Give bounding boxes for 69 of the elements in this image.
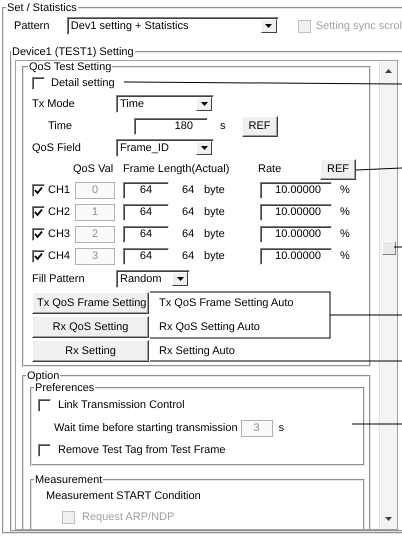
actual-length: 64 (182, 206, 196, 218)
scroll-thumb[interactable] (382, 241, 396, 255)
rate-field[interactable]: 10.00000 (260, 204, 332, 220)
column-header: Frame Length(Actual) (123, 163, 230, 175)
checkbox-label: Remove Test Tag from Test Frame (58, 444, 226, 456)
field-label: QoS Field (32, 142, 82, 154)
scroll-up-icon[interactable] (385, 69, 392, 73)
channel-label: CH3 (48, 228, 72, 240)
actual-length: 64 (182, 228, 196, 240)
ref-button[interactable]: REF (242, 116, 278, 136)
unit-label: % (340, 206, 350, 218)
frame-length-field[interactable]: 64 (123, 248, 169, 264)
status-text: Rx QoS Setting Auto (159, 321, 260, 333)
scroll-down-icon[interactable] (385, 517, 392, 521)
checkbox-label: Detail setting (51, 77, 115, 89)
caret-icon (265, 24, 272, 28)
channel-label: CH2 (48, 206, 72, 218)
column-header: QoS Val (73, 163, 114, 175)
actual-length: 64 (182, 250, 196, 262)
qos-field-dropdown[interactable]: Frame_ID (116, 139, 214, 157)
checkbox-label: Link Transmission Control (58, 399, 185, 411)
pattern-dropdown[interactable]: Dev1 setting + Statistics (66, 17, 279, 35)
field-label: Wait time before starting transmission (54, 422, 238, 434)
column-header: Rate (258, 163, 282, 175)
group-title: Measurement (34, 474, 104, 486)
rate-field[interactable]: 10.00000 (260, 248, 332, 264)
unit-label: byte (204, 206, 226, 218)
frame-length-field[interactable]: 64 (123, 226, 169, 242)
time-field[interactable]: 180 (134, 118, 208, 134)
rate-field[interactable]: 10.00000 (260, 182, 332, 198)
caret-icon (200, 102, 208, 106)
sync-scroll-label: Setting sync scrol (316, 20, 402, 32)
unit-label: % (340, 228, 350, 240)
ref-button[interactable]: REF (320, 158, 356, 180)
leader-line (356, 168, 402, 170)
channel-label: CH1 (48, 184, 72, 196)
caret-icon (200, 146, 208, 150)
caret-icon (176, 277, 184, 281)
rate-field[interactable]: 10.00000 (260, 226, 332, 242)
group-title: Preferences (34, 382, 96, 394)
field-label: Tx Mode (32, 98, 76, 110)
actual-length: 64 (182, 184, 196, 196)
settings-button[interactable]: Tx QoS Frame Setting (32, 292, 149, 314)
unit-label: byte (204, 250, 226, 262)
channel-label: CH4 (48, 250, 72, 262)
settings-button[interactable]: Rx Setting (32, 340, 149, 362)
leader-line (394, 246, 402, 248)
unit-label: % (340, 250, 350, 262)
field-label: Time (47, 120, 74, 132)
unit-label: s (278, 422, 284, 434)
settings-button[interactable]: Rx QoS Setting (32, 316, 149, 338)
frame-length-field[interactable]: 64 (123, 182, 169, 198)
section-heading: Measurement START Condition (46, 490, 201, 502)
fill-pattern-dropdown[interactable]: Random (116, 270, 190, 288)
group-title: QoS Test Setting (28, 61, 112, 73)
pattern-label: Pattern (14, 20, 50, 32)
checkbox-label: Request ARP/NDP (82, 511, 174, 523)
group-title: Set / Statistics (6, 2, 78, 14)
unit-label: byte (204, 184, 226, 196)
unit-label: s (220, 120, 226, 132)
unit-label: byte (204, 228, 226, 240)
tx-mode-dropdown[interactable]: Time (116, 95, 214, 113)
status-text: Tx QoS Frame Setting Auto (159, 297, 294, 309)
status-text: Rx Setting Auto (159, 345, 235, 357)
frame-length-field[interactable]: 64 (123, 204, 169, 220)
group-title: Option (26, 370, 60, 382)
unit-label: % (340, 184, 350, 196)
group-title: Device1 (TEST1) Setting (11, 46, 135, 58)
field-label: Fill Pattern (32, 273, 86, 285)
